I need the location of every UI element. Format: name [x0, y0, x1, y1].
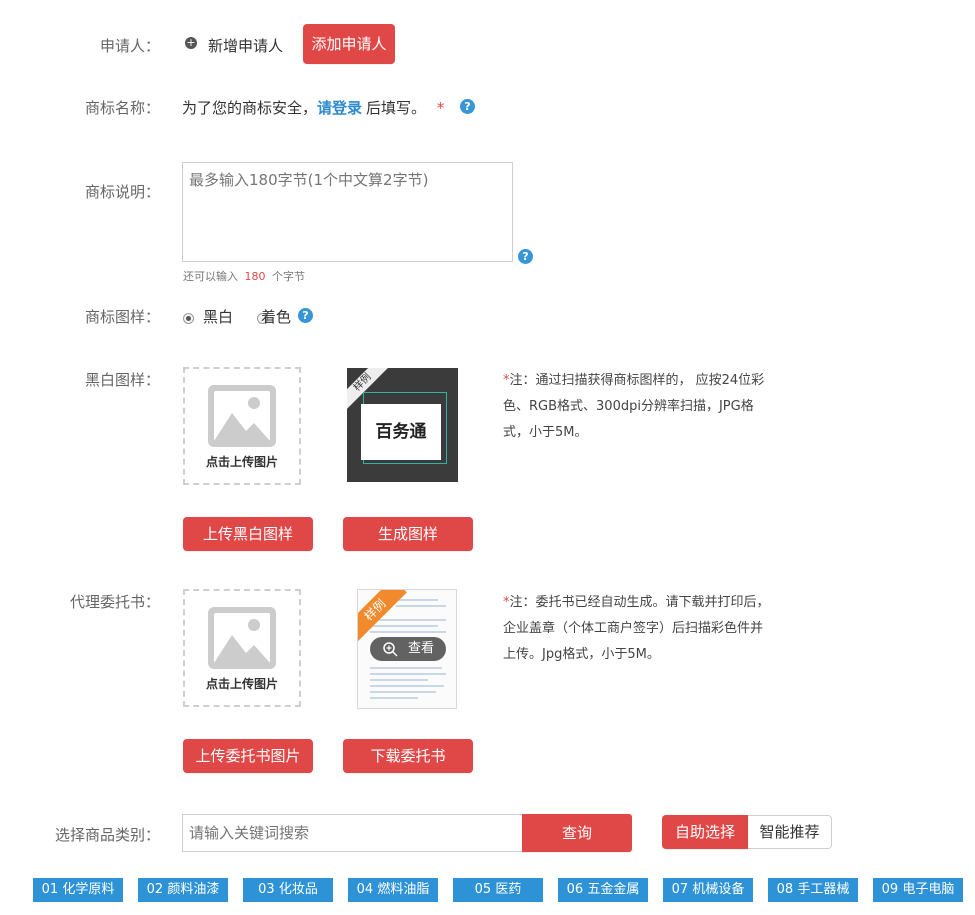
- image-placeholder-icon: [208, 384, 276, 447]
- upload-bw-button[interactable]: 上传黑白图样: [183, 517, 313, 551]
- view-label: 查看: [407, 641, 434, 656]
- download-attorney-button[interactable]: 下载委托书: [343, 739, 473, 773]
- help-icon[interactable]: ?: [518, 249, 533, 264]
- new-applicant-link[interactable]: 新增申请人: [208, 35, 283, 56]
- example-text: 百务通: [361, 404, 441, 460]
- category-chip[interactable]: 06 五金金属: [558, 878, 648, 902]
- required-star: *: [436, 99, 445, 117]
- zoom-in-icon: [383, 642, 398, 657]
- category-chip[interactable]: 02 颜料油漆: [138, 878, 228, 902]
- attorney-upload-box[interactable]: 点击上传图片: [183, 589, 301, 707]
- attorney-label: 代理委托书：: [69, 593, 160, 611]
- plus-circle-icon[interactable]: +: [185, 37, 197, 49]
- remaining-suffix: 个字节: [272, 270, 305, 283]
- category-chip[interactable]: 07 机械设备: [663, 878, 753, 902]
- login-hint-text: 为了您的商标安全，: [182, 99, 318, 117]
- bw-upload-box[interactable]: 点击上传图片: [183, 367, 301, 485]
- upload-caption: 点击上传图片: [205, 454, 278, 469]
- login-hint: 为了您的商标安全，请登录 后填写。 *: [182, 97, 444, 118]
- category-chip[interactable]: 04 燃料油脂: [348, 878, 438, 902]
- radio-bw[interactable]: [183, 313, 194, 324]
- remaining-count: 180: [244, 270, 266, 283]
- upload-caption: 点击上传图片: [205, 676, 278, 691]
- login-hint-suffix: 后填写。: [366, 99, 427, 117]
- help-icon[interactable]: ?: [298, 308, 313, 323]
- attorney-note: *注：委托书已经自动生成。请下载并打印后，企业盖章（个体工商户签字）后扫描彩色件…: [503, 590, 773, 668]
- bw-sample-label: 黑白图样：: [84, 371, 160, 389]
- radio-bw-label[interactable]: 黑白: [203, 306, 233, 327]
- view-button[interactable]: 查看: [370, 637, 446, 661]
- query-button[interactable]: 查询: [522, 814, 632, 852]
- bw-note: *注：通过扫描获得商标图样的， 应按24位彩色、RGB格式、300dpi分辨率扫…: [503, 368, 773, 446]
- note-text: 注：通过扫描获得商标图样的， 应按24位彩色、RGB格式、300dpi分辨率扫描…: [503, 373, 765, 440]
- trademark-desc-textarea[interactable]: [182, 162, 513, 262]
- smart-recommend-tab[interactable]: 智能推荐: [748, 815, 832, 849]
- radio-color-label[interactable]: 着色: [261, 306, 291, 327]
- category-chip[interactable]: 01 化学原料: [33, 878, 123, 902]
- note-text: 注：委托书已经自动生成。请下载并打印后，企业盖章（个体工商户签字）后扫描彩色件并…: [503, 595, 770, 662]
- add-applicant-button[interactable]: 添加申请人: [303, 24, 395, 64]
- category-search-input[interactable]: [182, 814, 523, 852]
- remaining-prefix: 还可以输入: [183, 270, 238, 283]
- bw-example-image[interactable]: 样例 百务通: [347, 368, 458, 482]
- trademark-name-label: 商标名称：: [84, 99, 160, 117]
- upload-attorney-button[interactable]: 上传委托书图片: [183, 739, 313, 773]
- trademark-desc-label: 商标说明：: [84, 183, 160, 201]
- help-icon[interactable]: ?: [460, 99, 475, 114]
- trademark-style-label: 商标图样：: [84, 308, 160, 326]
- self-select-tab[interactable]: 自助选择: [662, 815, 748, 849]
- category-chip[interactable]: 09 电子电脑: [873, 878, 963, 902]
- attorney-example-image[interactable]: 样例 查看: [357, 589, 457, 709]
- remaining-counter: 还可以输入 180 个字节: [183, 268, 305, 284]
- goods-category-label: 选择商品类别：: [54, 826, 160, 844]
- category-chip[interactable]: 05 医药: [453, 878, 543, 902]
- category-chip[interactable]: 03 化妆品: [243, 878, 333, 902]
- generate-sample-button[interactable]: 生成图样: [343, 517, 473, 551]
- image-placeholder-icon: [208, 606, 276, 669]
- category-chip[interactable]: 08 手工器械: [768, 878, 858, 902]
- applicant-label: 申请人：: [99, 37, 160, 55]
- login-link[interactable]: 请登录: [317, 99, 362, 117]
